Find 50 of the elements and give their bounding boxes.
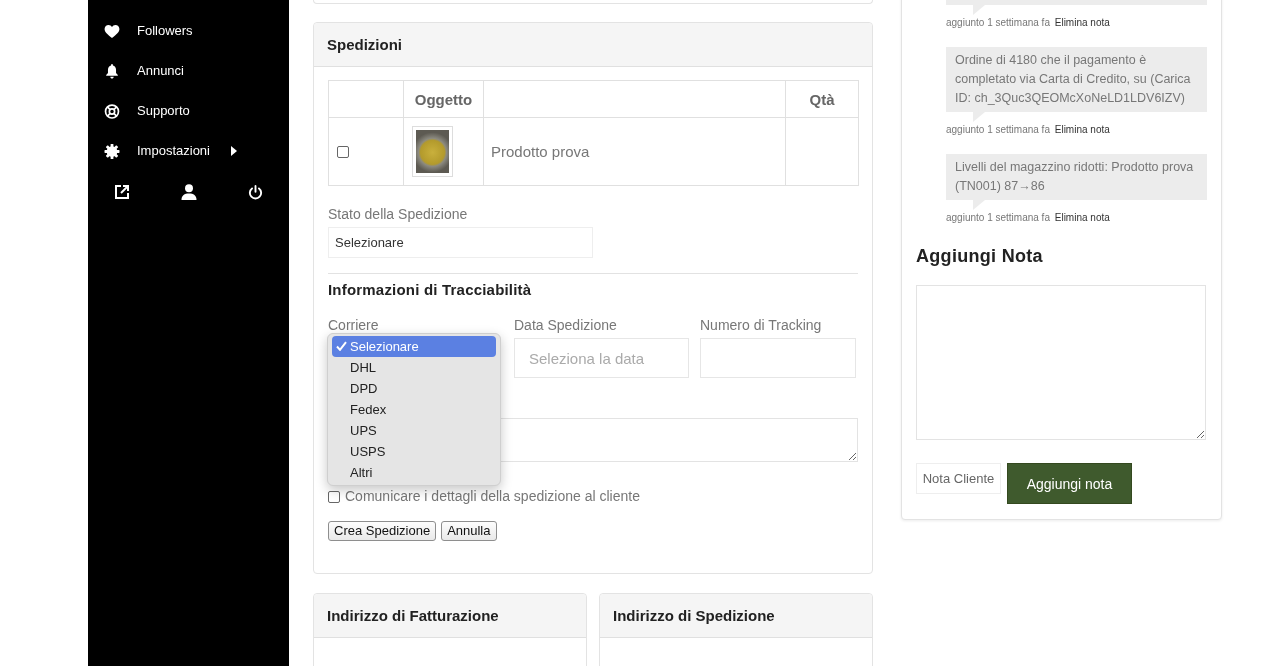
table-header: Oggetto — [403, 80, 484, 118]
tracking-number-field[interactable] — [700, 338, 856, 378]
dropdown-option[interactable]: DHL — [332, 357, 496, 378]
note-bubble: Livelli del magazzino ridotti: Prodotto prova (TN001) 87→86 — [946, 154, 1207, 210]
status-select[interactable]: Selezionare — [328, 227, 593, 258]
bell-icon — [104, 63, 120, 79]
note-timestamp: aggiunto 1 settimana fa — [946, 17, 1050, 28]
table-header: Qtà — [785, 80, 859, 118]
table-cell: Prodotto prova — [483, 117, 786, 186]
section-title: Informazioni di Tracciabilità — [328, 281, 533, 299]
checkmark-icon — [336, 341, 347, 351]
field-label: Data Spedizione — [514, 317, 618, 334]
checkbox[interactable] — [328, 490, 340, 503]
external-link-icon[interactable] — [113, 184, 130, 200]
form-button[interactable]: Crea Spedizione — [328, 521, 437, 541]
field-label: Corriere — [328, 317, 380, 334]
dropdown-option[interactable]: USPS — [332, 441, 496, 462]
card-title: Spedizioni — [327, 36, 402, 53]
life-ring-icon — [104, 103, 120, 119]
dropdown-option[interactable]: Altri — [332, 462, 496, 483]
date-field[interactable]: Seleziona la data — [514, 338, 689, 378]
field-label: Numero di Tracking — [700, 317, 823, 334]
sidebar-item[interactable]: Followers — [104, 23, 193, 39]
dropdown-option[interactable]: UPS — [332, 420, 496, 441]
photo-placeholder — [412, 126, 453, 177]
dropdown-option[interactable]: Selezionare — [332, 336, 496, 357]
form-button[interactable]: Annulla — [441, 521, 497, 541]
sidebar-item[interactable]: Supporto — [104, 103, 190, 119]
delete-note-link[interactable]: Elimina nota — [1054, 124, 1110, 135]
delete-note-link[interactable]: Elimina nota — [1054, 212, 1110, 223]
dropdown-option[interactable]: DPD — [332, 378, 496, 399]
checkbox-label: Comunicare i dettagli della spedizione al cliente — [345, 489, 640, 504]
checkbox[interactable] — [337, 146, 349, 159]
card-title: Indirizzo di Fatturazione — [327, 607, 499, 624]
sidebar-item[interactable]: Annunci — [104, 63, 184, 79]
delete-note-link[interactable]: Elimina nota — [1054, 17, 1110, 28]
card-title: Indirizzo di Spedizione — [613, 607, 775, 624]
power-icon[interactable] — [248, 184, 263, 200]
sidebar-item[interactable]: Impostazioni — [104, 143, 237, 159]
note-timestamp: aggiunto 1 settimana fa — [946, 124, 1050, 135]
field-label: Stato della Spedizione — [328, 206, 469, 223]
add-note-button[interactable]: Aggiungi nota — [1007, 463, 1132, 504]
note-timestamp: aggiunto 1 settimana fa — [946, 212, 1050, 223]
gear-icon — [104, 143, 120, 159]
section-title: Aggiungi Nota — [916, 245, 1044, 267]
heart-icon — [104, 24, 120, 38]
dropdown-option[interactable]: Fedex — [332, 399, 496, 420]
note-type-select[interactable]: Nota Cliente — [916, 463, 1001, 494]
user-icon[interactable] — [180, 184, 197, 200]
note-bubble: Ordine di 4180 che il pagamento è completato via Carta di Credito, su (Carica ID: ch_3Quc3QEOMcXoNeLD1LDV6IZV) — [946, 47, 1207, 122]
